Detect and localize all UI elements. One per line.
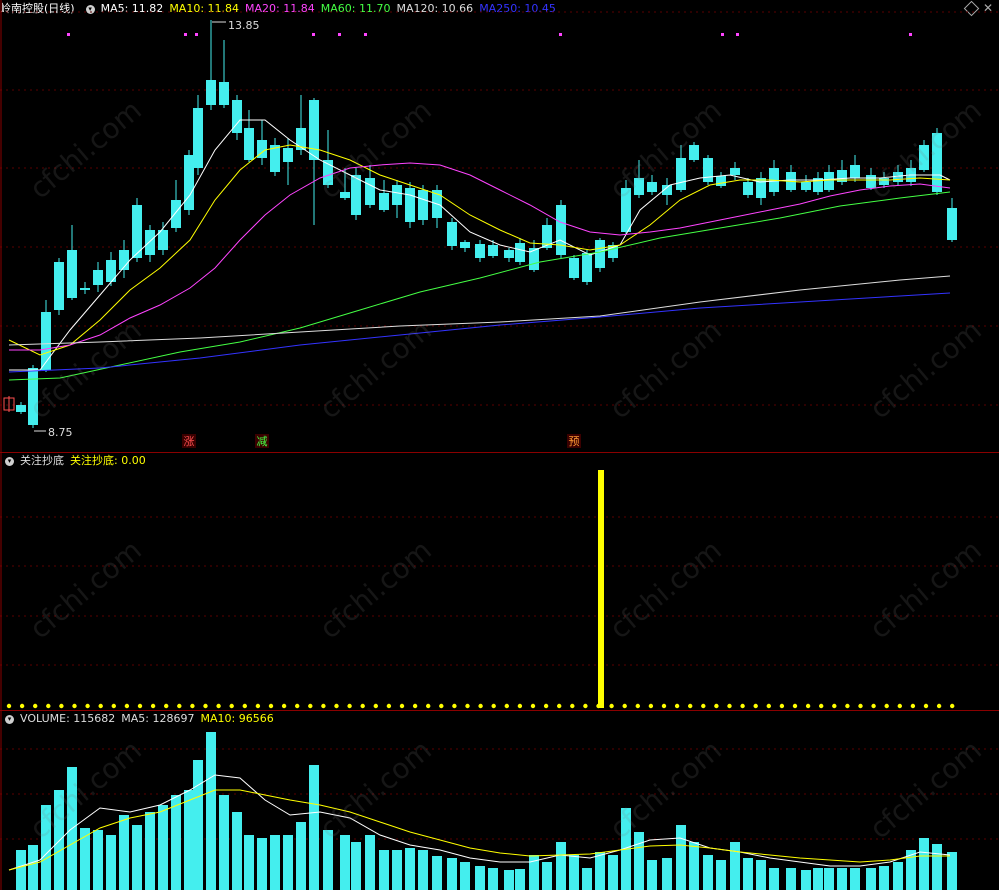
dropdown-icon[interactable]: ▾: [85, 4, 95, 14]
indicator-panel[interactable]: ▾ 关注抄底 关注抄底: 0.00: [0, 452, 999, 710]
dropdown-icon[interactable]: ▾: [5, 456, 14, 466]
price-header: 岭南控股(日线) ▾ MA5: 11.82 MA10: 11.84 MA20: 11.8…: [0, 0, 562, 18]
indicator-title: 关注抄底: [20, 454, 64, 467]
ma5-label: MA5: 11.82: [100, 2, 164, 15]
ma10-label: MA10: 11.84: [169, 2, 240, 15]
ma120-label: MA120: 10.66: [396, 2, 474, 15]
ma20-label: MA20: 11.84: [245, 2, 315, 15]
price-panel[interactable]: 岭南控股(日线) ▾ MA5: 11.82 MA10: 11.84 MA20: 11.8…: [0, 0, 999, 452]
volume-panel[interactable]: ▾ VOLUME: 115682 MA5: 128697 MA10: 96566: [0, 710, 999, 890]
volume-label: VOLUME: 115682: [20, 712, 116, 725]
period-label: (日线): [44, 2, 75, 15]
ma250-label: MA250: 10.45: [479, 2, 556, 15]
indicator-value: 关注抄底: 0.00: [70, 454, 146, 467]
volume-header: ▾ VOLUME: 115682 MA5: 128697 MA10: 96566: [0, 710, 280, 728]
diamond-icon[interactable]: [963, 0, 980, 17]
volume-ma10: MA10: 96566: [200, 712, 274, 725]
close-icon[interactable]: ✕: [983, 1, 993, 15]
dropdown-icon[interactable]: ▾: [5, 714, 14, 724]
volume-ma5: MA5: 128697: [121, 712, 195, 725]
stock-name: 岭南控股: [0, 2, 44, 15]
ma60-label: MA60: 11.70: [320, 2, 391, 15]
indicator-header: ▾ 关注抄底 关注抄底: 0.00: [0, 452, 152, 470]
